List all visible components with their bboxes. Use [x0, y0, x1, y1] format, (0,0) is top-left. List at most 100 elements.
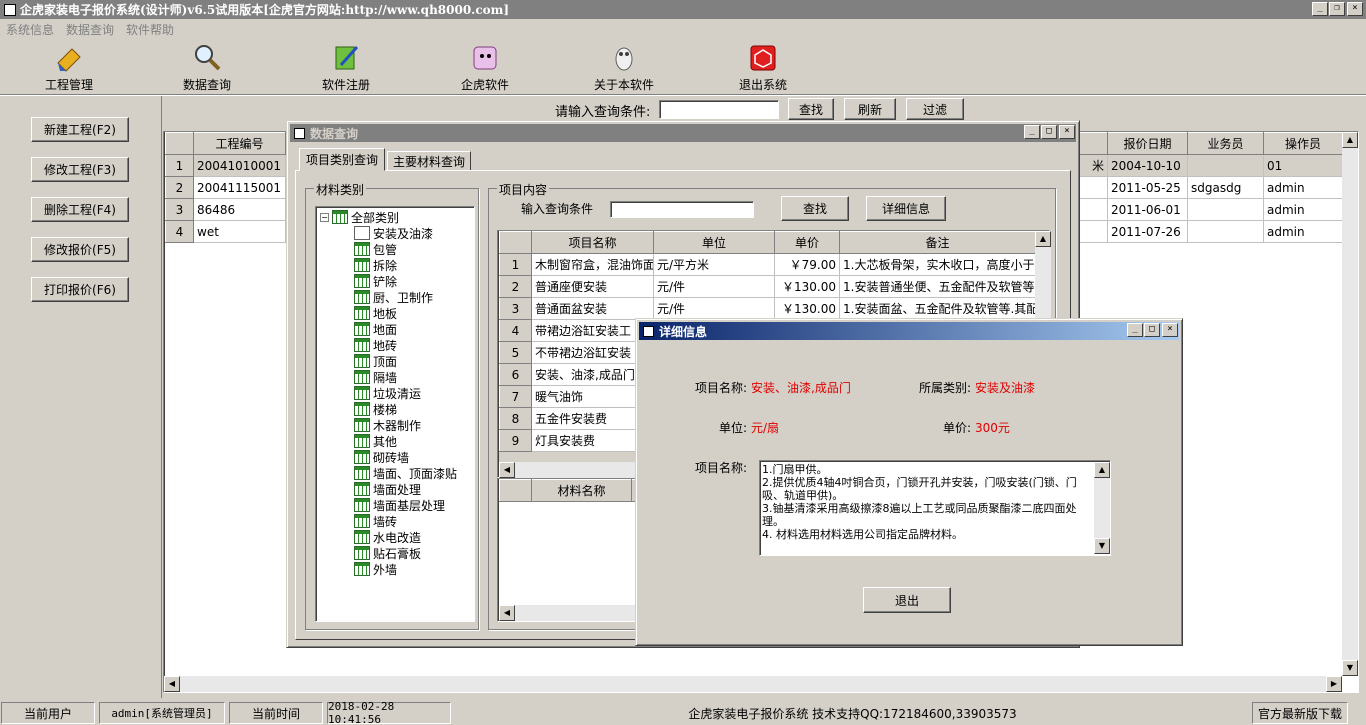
tree-item[interactable]: 墙面基层处理 [354, 497, 445, 513]
menu-data-query[interactable]: 数据查询 [60, 21, 120, 38]
new-project-button[interactable]: 新建工程(F2) [31, 117, 129, 142]
scroll-left-icon[interactable]: ◀ [499, 462, 515, 478]
minimize-icon[interactable]: _ [1024, 125, 1040, 139]
table-row[interactable]: 2 普通座便安装 元/件 ￥130.00 1.安装普通坐便、五金配件及软管等 [499, 275, 1036, 298]
table-row[interactable]: 4 wet [165, 220, 286, 243]
scroll-right-icon[interactable]: ▶ [1326, 676, 1342, 692]
grid-vertical-scrollbar[interactable] [1342, 132, 1358, 676]
item-header-price[interactable]: 单价 [774, 231, 840, 254]
material-header-name[interactable]: 材料名称 [531, 479, 632, 502]
search-condition-input[interactable] [610, 201, 754, 218]
search-button[interactable]: 查找 [781, 196, 849, 221]
table-row[interactable]: 3 86486 [165, 198, 286, 221]
tree-item[interactable]: 地板 [354, 305, 397, 321]
print-quote-button[interactable]: 打印报价(F6) [31, 277, 129, 302]
toolbar-software-register[interactable]: 软件注册 [301, 40, 391, 92]
delete-project-button[interactable]: 删除工程(F4) [31, 197, 129, 222]
grid-header-code[interactable]: 工程编号 [193, 132, 286, 155]
status-time-value: 2018-02-28 10:41:56 [327, 700, 451, 725]
table-row[interactable]: 1 20041010001 [165, 154, 286, 177]
tree-root[interactable]: − 全部类别 [320, 209, 399, 225]
tree-item[interactable]: 砌砖墙 [354, 449, 409, 465]
tree-item[interactable]: 隔墙 [354, 369, 397, 385]
tree-item[interactable]: 木器制作 [354, 417, 421, 433]
table-row[interactable]: 2 20041115001 [165, 176, 286, 199]
tree-item[interactable]: 外墙 [354, 561, 397, 577]
query-find-button[interactable]: 查找 [788, 98, 834, 120]
minimize-icon[interactable]: _ [1312, 2, 1328, 16]
tree-item[interactable]: 厨、卫制作 [354, 289, 433, 305]
close-icon[interactable]: × [1347, 2, 1363, 16]
toolbar-qihu-software[interactable]: 企虎软件 [440, 40, 530, 92]
tree-item[interactable]: 顶面 [354, 353, 397, 369]
tab-category-query[interactable]: 项目类别查询 [299, 148, 385, 171]
tree-item[interactable]: 安装及油漆 [354, 225, 433, 241]
item-header-name[interactable]: 项目名称 [531, 231, 654, 254]
close-icon[interactable]: × [1059, 125, 1075, 139]
grid-horizontal-scrollbar[interactable] [164, 676, 1342, 692]
toolbar-label: 关于本软件 [593, 78, 654, 92]
scroll-left-icon[interactable]: ◀ [499, 605, 515, 621]
close-icon[interactable]: × [1162, 323, 1178, 337]
maximize-icon[interactable]: □ [1041, 125, 1057, 139]
item-header-note[interactable]: 备注 [839, 231, 1036, 254]
tree-item[interactable]: 垃圾清运 [354, 385, 421, 401]
tree-table-icon [354, 338, 370, 352]
tree-item[interactable]: 地砖 [354, 337, 397, 353]
tree-item[interactable]: 铲除 [354, 273, 397, 289]
tab-material-query[interactable]: 主要材料查询 [387, 151, 471, 171]
restore-icon[interactable]: ❐ [1329, 2, 1345, 16]
detail-unit-value: 元/扇 [751, 421, 780, 435]
tree-item[interactable]: 包管 [354, 241, 397, 257]
tree-item[interactable]: 其他 [354, 433, 397, 449]
menu-help[interactable]: 软件帮助 [120, 21, 180, 38]
grid-header-operator[interactable]: 操作员 [1263, 132, 1343, 155]
toolbar-label: 退出系统 [738, 78, 787, 92]
menu-system-info[interactable]: 系统信息 [0, 21, 60, 38]
maximize-icon[interactable]: □ [1144, 323, 1160, 337]
scroll-up-icon[interactable]: ▲ [1035, 231, 1051, 247]
detail-info-button[interactable]: 详细信息 [866, 196, 946, 221]
edit-project-button[interactable]: 修改工程(F3) [31, 157, 129, 182]
toolbar-data-query[interactable]: 数据查询 [162, 40, 252, 92]
exit-button[interactable]: 退出 [863, 587, 951, 613]
query-filter-button[interactable]: 过滤 [906, 98, 964, 120]
detail-desc-textarea[interactable]: 1.门扇甲供。 2.提供优质4轴4吋铜合页，门锁开孔并安装，门吸安装(门锁、门吸… [759, 460, 1111, 556]
scroll-up-icon[interactable]: ▲ [1342, 132, 1358, 148]
tree-item[interactable]: 墙砖 [354, 513, 397, 529]
tree-table-icon [354, 290, 370, 304]
tree-item[interactable]: 贴石膏板 [354, 545, 421, 561]
tree-item[interactable]: 水电改造 [354, 529, 421, 545]
tree-item[interactable]: 墙面处理 [354, 481, 421, 497]
edit-quote-button[interactable]: 修改报价(F5) [31, 237, 129, 262]
query-input[interactable] [659, 100, 779, 119]
scroll-up-icon[interactable]: ▲ [1094, 462, 1110, 478]
category-tree[interactable]: − 全部类别 安装及油漆 包管 拆除 铲除 厨、卫制作 地板 地面 地砖 顶面 隔墙 垃圾清运 楼梯木… [315, 206, 475, 622]
table-row[interactable]: 2011-06-01 admin [1072, 198, 1343, 221]
scroll-left-icon[interactable]: ◀ [164, 676, 180, 692]
grid-header-date[interactable]: 报价日期 [1107, 132, 1188, 155]
tree-item[interactable]: 墙面、顶面漆贴 [354, 465, 457, 481]
grid-header-sales[interactable]: 业务员 [1187, 132, 1264, 155]
scroll-down-icon[interactable]: ▼ [1342, 660, 1358, 676]
item-header-unit[interactable]: 单位 [653, 231, 775, 254]
table-row[interactable]: 米 2004-10-10 01 [1072, 154, 1343, 177]
query-label: 请输入查询条件: [555, 105, 651, 120]
tree-item[interactable]: 地面 [354, 321, 397, 337]
tree-item[interactable]: 拆除 [354, 257, 397, 273]
tree-item[interactable]: 楼梯 [354, 401, 397, 417]
minimize-icon[interactable]: _ [1127, 323, 1143, 337]
toolbar-about-software[interactable]: 关于本软件 [579, 40, 669, 92]
table-row[interactable]: 2011-05-25 sdgasdg admin [1072, 176, 1343, 199]
table-row[interactable]: 1 木制窗帘盒，混油饰面 元/平方米 ￥79.00 1.大芯板骨架，实木收口，高度小于2 [499, 253, 1036, 276]
window-icon [643, 325, 654, 337]
toolbar-exit-system[interactable]: 退出系统 [718, 40, 808, 92]
toolbar-label: 工程管理 [44, 78, 93, 92]
table-row[interactable]: 3 普通面盆安装 元/件 ￥130.00 1.安装面盆、五金配件及软管等.其配 [499, 297, 1036, 320]
query-refresh-button[interactable]: 刷新 [844, 98, 896, 120]
download-latest-link[interactable]: 官方最新版下载 [1252, 702, 1348, 724]
collapse-icon[interactable]: − [320, 212, 329, 222]
scroll-down-icon[interactable]: ▼ [1094, 538, 1110, 554]
toolbar-project-management[interactable]: 工程管理 [24, 40, 114, 92]
table-row[interactable]: 2011-07-26 admin [1072, 220, 1343, 243]
